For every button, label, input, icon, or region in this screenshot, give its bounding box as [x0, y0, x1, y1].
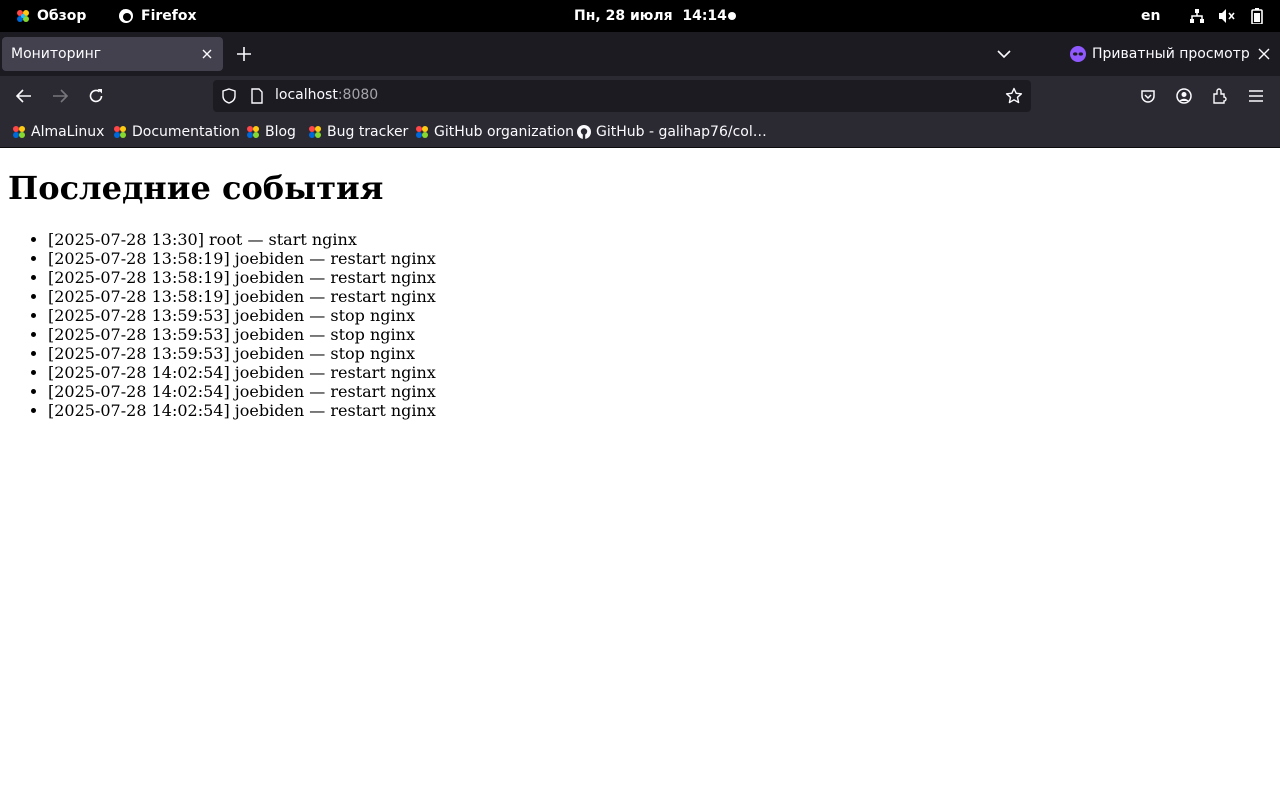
bookmark-github-organization[interactable]: GitHub organization — [415, 116, 574, 147]
shield-icon[interactable] — [221, 88, 237, 104]
clock-label: Пн, 28 июля 14:14 — [574, 8, 727, 24]
extensions-icon[interactable] — [1210, 86, 1230, 106]
bookmark-label: Bug tracker — [327, 123, 409, 140]
page-content: Последние события [2025-07-28 13:30] roo… — [0, 148, 1280, 800]
tab-title: Мониторинг — [11, 46, 102, 62]
app-label: Firefox — [141, 8, 197, 24]
private-browsing-indicator: Приватный просмотр — [1070, 32, 1250, 76]
page-icon[interactable] — [249, 88, 265, 104]
account-icon[interactable] — [1174, 86, 1194, 106]
list-item: [2025-07-28 14:02:54] joebiden — restart… — [48, 382, 436, 401]
bookmark-label: GitHub organization — [434, 123, 575, 140]
clock-button[interactable]: Пн, 28 июля 14:14 — [574, 0, 727, 32]
list-item: [2025-07-28 13:58:19] joebiden — restart… — [48, 268, 436, 287]
volume-muted-icon — [1218, 7, 1236, 25]
network-icon — [1188, 7, 1206, 25]
list-item: [2025-07-28 13:58:19] joebiden — restart… — [48, 287, 436, 306]
bookmark-star-icon[interactable] — [1005, 87, 1023, 105]
events-list: [2025-07-28 13:30] root — start nginx [2… — [48, 230, 436, 420]
list-item: [2025-07-28 13:59:53] joebiden — stop ng… — [48, 325, 436, 344]
forward-icon[interactable] — [50, 86, 70, 106]
close-tab-icon[interactable] — [199, 46, 215, 62]
url-host: localhost — [275, 87, 338, 103]
activities-button[interactable]: Обзор — [16, 0, 86, 32]
app-menu-button[interactable]: Firefox — [118, 0, 197, 32]
tab-monitoring[interactable]: Мониторинг — [2, 37, 223, 71]
bookmark-documentation[interactable]: Documentation — [113, 116, 240, 147]
chevron-down-icon[interactable] — [994, 44, 1014, 64]
bookmark-label: Blog — [265, 123, 296, 140]
language-indicator[interactable]: en — [1141, 0, 1160, 32]
almalinux-icon — [17, 10, 29, 22]
bookmark-label: Documentation — [132, 123, 240, 140]
new-tab-icon[interactable] — [234, 44, 254, 64]
list-item: [2025-07-28 14:02:54] joebiden — restart… — [48, 363, 436, 382]
page-title: Последние события — [8, 169, 384, 207]
bookmark-bug-tracker[interactable]: Bug tracker — [308, 116, 408, 147]
private-browsing-label: Приватный просмотр — [1092, 46, 1250, 62]
bookmark-label: GitHub - galihap76/col… — [596, 123, 767, 140]
language-label: en — [1141, 8, 1161, 24]
bookmark-label: AlmaLinux — [31, 123, 105, 140]
url-text[interactable]: localhost:8080 — [275, 87, 378, 103]
firefox-icon — [119, 9, 133, 23]
tab-strip: Мониторинг Приватный просмотр — [0, 32, 1280, 76]
activities-label: Обзор — [37, 8, 87, 24]
url-bar[interactable]: localhost:8080 — [213, 80, 1031, 112]
list-item: [2025-07-28 14:02:54] joebiden — restart… — [48, 401, 436, 420]
system-tray[interactable] — [1188, 0, 1266, 32]
private-mask-icon — [1070, 46, 1086, 62]
list-item: [2025-07-28 13:59:53] joebiden — stop ng… — [48, 344, 436, 363]
url-port: :8080 — [337, 87, 379, 103]
bookmark-almalinux[interactable]: AlmaLinux — [12, 116, 104, 147]
github-icon — [577, 124, 591, 139]
bookmark-blog[interactable]: Blog — [246, 116, 296, 147]
close-window-icon[interactable] — [1256, 46, 1272, 62]
almalinux-icon — [415, 125, 429, 139]
system-top-bar: Обзор Firefox Пн, 28 июля 14:14 en — [0, 0, 1280, 32]
back-icon[interactable] — [14, 86, 34, 106]
navigation-toolbar: localhost:8080 — [0, 76, 1280, 116]
list-item: [2025-07-28 13:30] root — start nginx — [48, 230, 436, 249]
almalinux-icon — [308, 125, 322, 139]
bookmark-github-repo[interactable]: GitHub - galihap76/col… — [577, 116, 767, 147]
battery-icon — [1248, 7, 1266, 25]
pocket-icon[interactable] — [1138, 86, 1158, 106]
list-item: [2025-07-28 13:59:53] joebiden — stop ng… — [48, 306, 436, 325]
menu-icon[interactable] — [1246, 86, 1266, 106]
list-item: [2025-07-28 13:58:19] joebiden — restart… — [48, 249, 436, 268]
almalinux-icon — [12, 125, 26, 139]
almalinux-icon — [113, 125, 127, 139]
reload-icon[interactable] — [86, 86, 106, 106]
notification-dot — [728, 12, 736, 20]
bookmarks-toolbar: AlmaLinux Documentation Blog Bug tracker… — [0, 116, 1280, 148]
almalinux-icon — [246, 125, 260, 139]
